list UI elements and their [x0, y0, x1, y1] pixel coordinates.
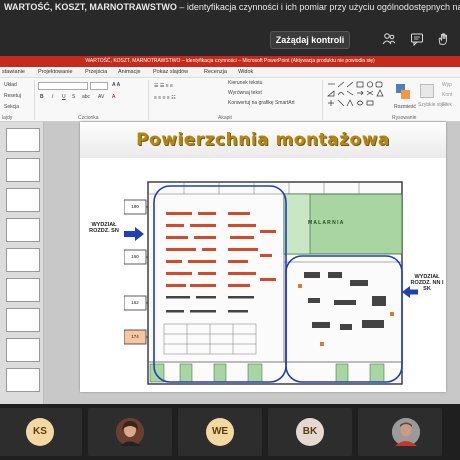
slides-group-label: lajdy: [2, 115, 13, 121]
slide-thumbnail[interactable]: [6, 188, 40, 212]
take-control-button[interactable]: Zażądaj kontroli: [270, 31, 350, 49]
ribbon-separator: [148, 80, 149, 120]
meeting-title-rest: – identyfikacja czynności i ich pomiar p…: [179, 2, 460, 12]
participant-tile[interactable]: [88, 408, 172, 456]
slide-thumbnail[interactable]: [6, 338, 40, 362]
arrange-icon[interactable]: [396, 84, 410, 100]
left-department-label: WYDZIAŁ ROZDZ. SN: [89, 222, 119, 234]
meeting-header: WARTOŚĆ, KOSZT, MARNOTRAWSTWO – identyfi…: [0, 0, 460, 56]
room-number: 160: [131, 254, 139, 259]
quick-styles-icon[interactable]: [420, 84, 434, 98]
person-photo-icon: [116, 418, 144, 446]
font-name-box[interactable]: [38, 82, 88, 90]
person-photo-icon: [392, 418, 420, 446]
participants-strip: KS WE BK: [0, 404, 460, 460]
meeting-title-main: WARTOŚĆ, KOSZT, MARNOTRAWSTWO: [4, 2, 177, 12]
ribbon-separator: [34, 80, 35, 120]
tab-animations[interactable]: Animacje: [118, 69, 141, 75]
tab-view[interactable]: Widok: [238, 69, 253, 75]
room-number: 180: [131, 204, 139, 209]
shadow-icon[interactable]: S: [72, 94, 75, 100]
participant-tile[interactable]: KS: [0, 408, 82, 456]
participant-tile[interactable]: BK: [268, 408, 352, 456]
arrange-button[interactable]: Rozmieść: [394, 104, 416, 110]
participant-tile[interactable]: WE: [178, 408, 262, 456]
shapes-gallery[interactable]: [326, 81, 388, 111]
shape-outline-button[interactable]: Kont: [442, 92, 452, 98]
ppt-ribbon: Układ Resetuj Sekcja lajdy A A B I U S a…: [0, 78, 460, 122]
slide-thumbnail-pane[interactable]: [0, 122, 44, 404]
grow-font-icon[interactable]: A A: [112, 82, 120, 88]
raise-hand-icon[interactable]: [436, 32, 450, 46]
ppt-title-bar: WARTOŚĆ, KOSZT, MARNOTRAWSTWO – identyfi…: [0, 56, 460, 67]
align-icons[interactable]: ≡ ≡ ≡ ≡ ☷: [154, 95, 176, 101]
paint-shop-label: M A L A R N I A: [308, 220, 344, 226]
font-group-label: Czcionka: [78, 115, 99, 121]
avatar: BK: [296, 418, 324, 446]
floor-plan-drawing: [124, 181, 403, 385]
slide-thumbnail[interactable]: [6, 218, 40, 242]
slide-title: Powierzchnia montażowa: [136, 130, 390, 150]
chat-icon[interactable]: [410, 32, 424, 46]
participant-tile[interactable]: [358, 408, 442, 456]
reset-button[interactable]: Resetuj: [4, 93, 21, 99]
tab-slideshow[interactable]: Pokaz slajdów: [153, 69, 188, 75]
shared-screen: WARTOŚĆ, KOSZT, MARNOTRAWSTWO – identyfi…: [0, 56, 460, 404]
ppt-ribbon-tabs: stawianie Projektowanie Przejścia Animac…: [0, 67, 460, 78]
tab-review[interactable]: Recenzja: [204, 69, 227, 75]
ribbon-separator: [322, 80, 323, 120]
slide-thumbnail[interactable]: [6, 368, 40, 392]
avatar-photo: [392, 418, 420, 446]
room-number: 162: [131, 300, 139, 305]
layout-button[interactable]: Układ: [4, 82, 17, 88]
drawing-group-label: Rysowanie: [392, 115, 417, 121]
slide-thumbnail[interactable]: [6, 158, 40, 182]
slide-thumbnail[interactable]: [6, 248, 40, 272]
smartart-button[interactable]: Konwertuj na grafikę SmartArt: [228, 100, 295, 106]
align-text-button[interactable]: Wyrównaj tekst: [228, 90, 262, 96]
tab-transitions[interactable]: Przejścia: [85, 69, 107, 75]
avatar: WE: [206, 418, 234, 446]
font-size-box[interactable]: [90, 82, 108, 90]
slide-canvas[interactable]: Powierzchnia montażowa WYDZIAŁ ROZDZ. SN…: [80, 122, 446, 392]
shape-effects-button[interactable]: Efek: [442, 102, 452, 108]
avatar: KS: [26, 418, 54, 446]
avatar-photo: [116, 418, 144, 446]
people-icon[interactable]: [382, 32, 396, 46]
spacing-icon[interactable]: AV: [98, 94, 104, 100]
slide-thumbnail[interactable]: [6, 128, 40, 152]
meeting-title: WARTOŚĆ, KOSZT, MARNOTRAWSTWO – identyfi…: [4, 2, 460, 12]
italic-icon[interactable]: I: [52, 94, 53, 100]
room-number: 174: [131, 334, 139, 339]
bullets-icon[interactable]: ☰ ☰ ≡ ≡: [154, 83, 173, 89]
shape-fill-button[interactable]: Wyp: [442, 82, 452, 88]
section-button[interactable]: Sekcja: [4, 104, 19, 110]
tab-design[interactable]: Projektowanie: [38, 69, 73, 75]
strike-icon[interactable]: abc: [82, 94, 90, 100]
font-color-icon[interactable]: A: [112, 94, 115, 100]
bold-icon[interactable]: B: [40, 94, 44, 100]
underline-icon[interactable]: U: [62, 94, 66, 100]
slide-thumbnail[interactable]: [6, 308, 40, 332]
slide-workspace: Powierzchnia montażowa WYDZIAŁ ROZDZ. SN…: [0, 122, 460, 404]
paragraph-group-label: Akapit: [218, 115, 232, 121]
text-direction-button[interactable]: Kierunek tekstu: [228, 80, 262, 86]
slide-thumbnail[interactable]: [6, 278, 40, 302]
tab-insert[interactable]: stawianie: [2, 69, 25, 75]
